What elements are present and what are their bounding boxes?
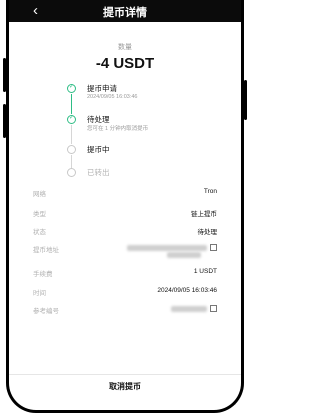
detail-key: 参考编号 — [33, 308, 59, 315]
step-label: 已转出 — [87, 168, 110, 177]
redacted-address — [167, 251, 201, 258]
detail-row-fee: 手续费 1 USDT — [33, 268, 217, 280]
amount-label: 数量 — [118, 44, 132, 51]
detail-value: Tron — [203, 188, 217, 195]
redacted-address — [127, 244, 207, 251]
address-value — [127, 244, 217, 258]
phone-frame: ‹ 提币详情 数量 -4 USDT ✓ 提币申请 2024/09/05 16:0… — [6, 0, 244, 413]
detail-key: 时间 — [33, 290, 46, 297]
detail-row-time: 时间 2024/09/05 16:03:46 — [33, 287, 217, 299]
step-done-icon: ✓ — [67, 115, 76, 124]
step-hint: 您可在 1 分钟内取消提币 — [87, 126, 149, 132]
ref-value — [171, 305, 217, 312]
detail-row-status: 状态 待处理 — [33, 226, 217, 238]
detail-key: 状态 — [33, 229, 46, 236]
detail-key: 提币地址 — [33, 247, 59, 254]
power-key — [244, 80, 247, 120]
timeline-line — [71, 155, 72, 168]
detail-value: 链上提币 — [191, 211, 217, 218]
detail-value: 1 USDT — [193, 268, 217, 275]
detail-row-ref: 参考编号 — [33, 305, 217, 317]
timeline-line — [71, 94, 72, 114]
timeline-line — [71, 125, 72, 144]
step-time: 2024/09/05 16:03:46 — [87, 94, 138, 100]
step-label: 提币申请 — [87, 84, 117, 93]
detail-row-type: 类型 链上提币 — [33, 208, 217, 220]
detail-row-address: 提币地址 — [33, 244, 217, 266]
divider — [9, 374, 241, 375]
step-pending-icon — [67, 168, 76, 177]
detail-value: 待处理 — [197, 229, 218, 236]
detail-key: 手续费 — [33, 271, 53, 278]
copy-icon[interactable] — [210, 305, 217, 312]
step-pending-icon — [67, 145, 76, 154]
step-done-icon: ✓ — [67, 84, 76, 93]
detail-value: 2024/09/05 16:03:46 — [157, 287, 217, 294]
detail-key: 类型 — [33, 211, 46, 218]
page-title: 提币详情 — [103, 7, 147, 19]
step-label: 提币中 — [87, 145, 110, 154]
detail-key: 网络 — [33, 191, 46, 198]
cancel-withdrawal-button[interactable]: 取消提币 — [39, 378, 211, 396]
copy-icon[interactable] — [210, 244, 217, 251]
top-bar: ‹ 提币详情 — [9, 0, 241, 22]
detail-row-network: 网络 Tron — [33, 188, 217, 200]
redacted-ref — [171, 305, 207, 312]
amount-value: -4 USDT — [95, 55, 155, 72]
